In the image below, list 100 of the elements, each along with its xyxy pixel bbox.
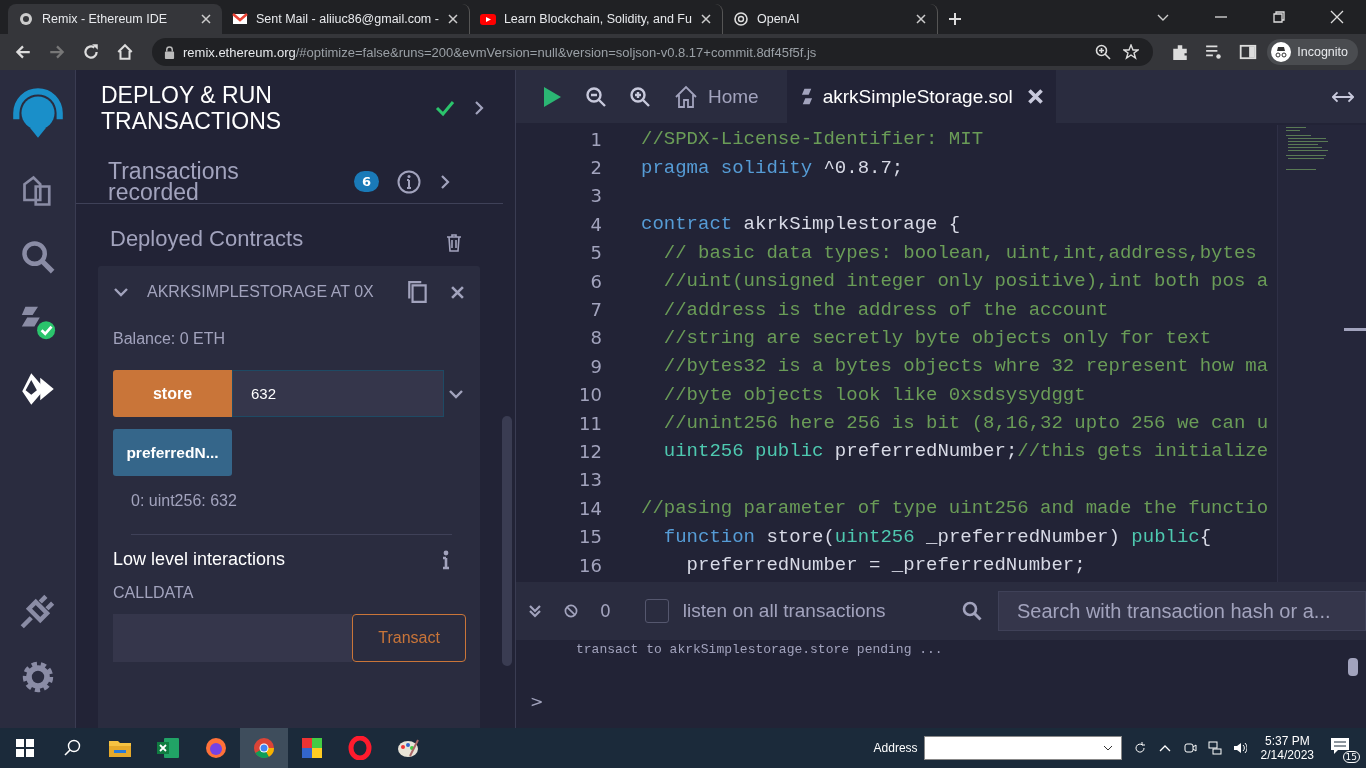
editor-tab[interactable]: Home xyxy=(650,70,787,123)
address-bar[interactable]: remix.ethereum.org/#optimize=false&runs=200&evmVersion=null&version=soljson-v0.8.17+commit.8df45f5f.js xyxy=(152,38,1154,66)
line-number: 15 xyxy=(578,526,602,548)
address-toolbar-label: Address xyxy=(873,741,918,755)
incognito-icon xyxy=(1271,42,1292,62)
chevron-down-icon[interactable] xyxy=(448,388,464,399)
editor-tab[interactable]: akrkSimpleStorage.sol xyxy=(786,70,1056,123)
clear-icon[interactable] xyxy=(564,604,578,618)
line-number: 8 xyxy=(589,327,602,349)
code-line: contract akrkSimplestorage { xyxy=(641,213,961,236)
new-tab-icon[interactable] xyxy=(947,12,962,26)
code-line: //pasing parameter of type uint256 and made the functio xyxy=(641,497,1269,520)
code-line: //uint(unsigned integer only positive),int both pos a xyxy=(662,270,1269,293)
chrome-icon[interactable] xyxy=(240,728,288,768)
pending-count: 0 xyxy=(600,601,611,621)
line-number: 13 xyxy=(578,469,602,491)
scrollbar[interactable] xyxy=(1348,658,1358,676)
search-field[interactable]: Search with transaction hash or a... xyxy=(998,591,1366,631)
play-icon xyxy=(479,11,496,27)
code-line: function store(uint256 _preferredNumber) public{ xyxy=(662,525,1212,548)
profile-button[interactable]: Incognito xyxy=(1267,39,1358,65)
run-icon[interactable] xyxy=(542,85,562,108)
deploy-icon[interactable] xyxy=(19,371,56,407)
code-line: //SPDX-License-Identifier: MIT xyxy=(641,128,984,151)
calldata-field[interactable] xyxy=(113,614,353,662)
address-field[interactable] xyxy=(923,736,1122,760)
info-icon[interactable] xyxy=(442,549,450,570)
restore-icon[interactable] xyxy=(1272,10,1286,24)
mail-icon xyxy=(232,11,248,27)
close-icon[interactable] xyxy=(914,13,927,25)
line-number: 9 xyxy=(589,355,602,377)
compiler-icon[interactable] xyxy=(19,305,56,341)
line-number: 3 xyxy=(589,185,602,207)
close-icon[interactable] xyxy=(451,285,464,299)
chevron-right-icon[interactable] xyxy=(439,173,451,190)
close-icon[interactable] xyxy=(699,13,712,25)
refresh-icon[interactable] xyxy=(1132,741,1147,755)
plug-icon[interactable] xyxy=(19,593,56,629)
listen-checkbox[interactable] xyxy=(644,599,669,623)
call-function-button[interactable]: preferredN... xyxy=(113,429,232,476)
solidity-file-icon xyxy=(800,88,813,105)
line-number: 2 xyxy=(589,157,602,179)
chevron-down-icon[interactable] xyxy=(113,287,129,297)
close-icon[interactable] xyxy=(1026,88,1044,105)
clock[interactable]: 5:37 PM 2/14/2023 xyxy=(1260,734,1314,762)
network-icon[interactable] xyxy=(1207,741,1222,755)
code-line: preferredNumber = _preferredNumber; xyxy=(685,554,1086,577)
home-icon xyxy=(674,84,698,109)
line-number: 16 xyxy=(578,554,602,576)
lock-icon xyxy=(164,45,175,59)
transaction-count-badge: 6 xyxy=(353,171,379,192)
caret-icon[interactable] xyxy=(1102,745,1113,751)
terminal-log-line: transact to akrkSimplestorage.store pending ... xyxy=(575,641,944,657)
code-line: uint256 public preferredNumber;//this gets initialize xyxy=(662,440,1269,463)
listen-label: listen on all transactions xyxy=(682,600,886,622)
close-icon[interactable] xyxy=(446,13,459,25)
copy-icon[interactable] xyxy=(407,280,429,304)
trash-icon[interactable] xyxy=(446,234,462,252)
browser-tab[interactable]: Remix - Ethereum IDE xyxy=(8,4,222,34)
resize-icon[interactable] xyxy=(1332,90,1354,103)
code-line: //address is the address of the account xyxy=(662,298,1109,321)
code-line: pragma solidity ^0.8.7; xyxy=(641,156,904,179)
code-line: //string are secretly byte objects only for text xyxy=(662,326,1212,349)
line-number: 6 xyxy=(589,270,602,292)
terminal-prompt[interactable]: > xyxy=(530,692,544,711)
call-result: 0: uint256: 632 xyxy=(131,492,452,535)
code-line: //byte objects look like 0xsdsysydggt xyxy=(662,383,1086,406)
line-number: 12 xyxy=(578,441,602,462)
meet-icon[interactable] xyxy=(1182,741,1197,755)
argument-field[interactable]: 632 xyxy=(232,370,444,417)
code-line: //unint256 here 256 is bit (8,16,32 upto 256 we can u xyxy=(662,412,1269,435)
check-icon xyxy=(435,98,455,118)
scrollbar[interactable] xyxy=(502,416,512,666)
balance-text: Balance: 0 ETH xyxy=(113,330,227,348)
section-title: Low level interactions xyxy=(113,549,286,570)
chevron-right-icon[interactable] xyxy=(473,100,485,116)
line-number: 10 xyxy=(578,384,602,406)
line-number: 7 xyxy=(589,299,602,321)
collapse-icon[interactable] xyxy=(528,604,542,618)
line-number: 11 xyxy=(578,412,602,434)
transactions-recorded-label: Transactions recorded xyxy=(108,160,240,203)
transact-button[interactable]: Transact xyxy=(352,614,466,662)
line-number: 4 xyxy=(589,213,602,235)
line-number: 5 xyxy=(589,242,602,264)
contract-name: AKRKSIMPLESTORAGE AT 0X xyxy=(147,283,374,301)
search-icon xyxy=(962,601,982,621)
calldata-label: CALLDATA xyxy=(113,584,195,602)
notification-icon xyxy=(1330,737,1350,755)
scrollbar[interactable] xyxy=(1344,328,1366,331)
line-number: 1 xyxy=(589,128,602,150)
speaker-icon[interactable] xyxy=(1232,741,1247,755)
zoom-out-icon[interactable] xyxy=(586,86,606,107)
section-title: Deployed Contracts xyxy=(110,226,304,252)
close-icon[interactable] xyxy=(200,13,212,25)
line-number: 14 xyxy=(578,497,602,519)
zoom-in-icon[interactable] xyxy=(630,86,650,107)
info-icon[interactable] xyxy=(397,169,421,194)
code-line: //bytes32 is a bytes objects whre 32 represent how ma xyxy=(662,355,1269,378)
panel-title: DEPLOY & RUN TRANSACTIONS xyxy=(101,82,283,134)
code-line: // basic data types: boolean, uint,int,address,bytes xyxy=(662,241,1257,264)
